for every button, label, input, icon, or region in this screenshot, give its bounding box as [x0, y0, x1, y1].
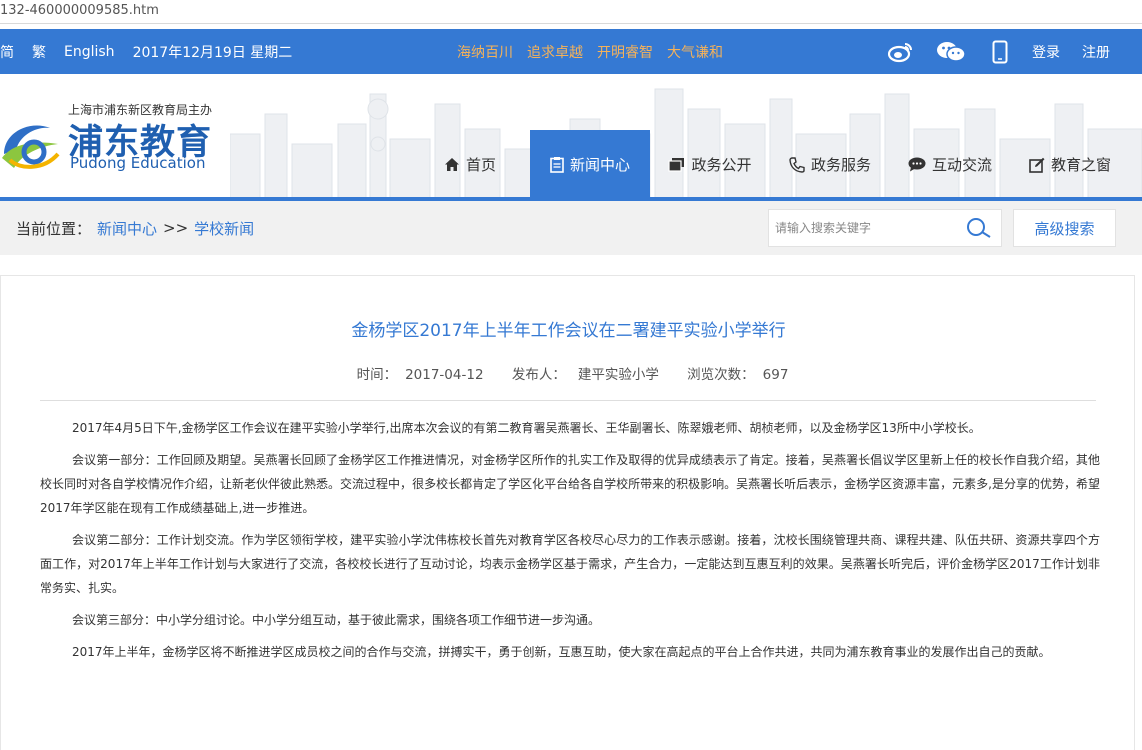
weibo-icon[interactable]: [888, 41, 914, 63]
site-logo[interactable]: 上海市浦东新区教育局主办 浦东教育 Pudong Education: [0, 74, 230, 199]
advanced-search-button[interactable]: 高级搜索: [1013, 209, 1116, 247]
publisher-label: 发布人：: [511, 367, 566, 383]
nav-item-label: 互动交流: [931, 156, 992, 174]
breadcrumb-bar: 当前位置： 新闻中心 >> 学校新闻 高级搜索: [0, 201, 1142, 255]
document-icon: [550, 156, 564, 173]
phone-icon: [789, 156, 805, 173]
nav-item-label: 政务公开: [691, 156, 752, 174]
address-text: 132-460000009585.htm: [0, 3, 159, 18]
main-nav: 首页 新闻中心 政务公开 政务服务 互动交流 教育之窗: [410, 130, 1130, 199]
article-title: 金杨学区2017年上半年工作会议在二署建平实验小学举行: [351, 321, 786, 341]
article-paragraph: 会议第二部分：工作计划交流。作为学区领衔学校，建平实验小学沈伟栋校长首先对教育学…: [40, 533, 1100, 595]
slogan: 追求卓越: [527, 44, 583, 61]
top-bar: 简 繁 English 2017年12月19日 星期二 海纳百川 追求卓越 开明…: [0, 29, 1142, 74]
search-box: [768, 209, 1002, 247]
view-count: 697: [762, 367, 789, 383]
slogan: 开明睿智: [597, 44, 653, 61]
wechat-icon[interactable]: [936, 41, 966, 63]
site-header: 上海市浦东新区教育局主办 浦东教育 Pudong Education 首页 新闻…: [0, 74, 1142, 199]
mobile-icon[interactable]: [992, 40, 1008, 64]
breadcrumb-prefix: 当前位置：: [16, 219, 92, 238]
breadcrumb-separator: >>: [163, 219, 189, 237]
article-paragraph: 2017年4月5日下午,金杨学区工作会议在建平实验小学举行,出席本次会议的有第二…: [72, 421, 981, 435]
publish-time: 2017-04-12: [405, 367, 484, 383]
current-date: 2017年12月19日 星期二: [132, 44, 293, 61]
nav-item-label: 首页: [465, 156, 496, 174]
divider: [40, 400, 1096, 401]
article-paragraph: 会议第一部分：工作回顾及期望。吴燕署长回顾了金杨学区工作推进情况，对金杨学区所作…: [40, 453, 1100, 515]
views-label: 浏览次数：: [687, 367, 755, 383]
stack-icon: [668, 158, 685, 172]
login-link[interactable]: 登录: [1032, 42, 1060, 62]
search-icon: [967, 218, 991, 238]
edit-icon: [1029, 157, 1045, 173]
nav-item-interaction[interactable]: 互动交流: [890, 130, 1010, 199]
register-link[interactable]: 注册: [1082, 42, 1110, 62]
article: 金杨学区2017年上半年工作会议在二署建平实验小学举行 时间： 2017-04-1…: [0, 275, 1135, 750]
nav-item-education-window[interactable]: 教育之窗: [1010, 130, 1130, 199]
traditional-chinese-link[interactable]: 繁: [32, 42, 46, 62]
nav-item-label: 政务服务: [810, 156, 871, 174]
nav-item-label: 新闻中心: [569, 156, 630, 174]
breadcrumb-news-center[interactable]: 新闻中心: [97, 218, 157, 239]
logo-mark-icon: [2, 125, 60, 169]
time-label: 时间：: [356, 367, 398, 383]
nav-item-government-affairs[interactable]: 政务公开: [650, 130, 770, 199]
nav-item-home[interactable]: 首页: [410, 130, 530, 199]
article-meta: 时间： 2017-04-12 发布人： 建平实验小学 浏览次数： 697: [1, 363, 1136, 383]
slogans: 海纳百川 追求卓越 开明睿智 大气谦和: [457, 29, 737, 74]
simplified-chinese-link[interactable]: 简: [0, 42, 14, 62]
article-paragraph: 会议第三部分：中小学分组讨论。中小学分组互动，基于彼此需求，围绕各项工作细节进一…: [72, 613, 601, 627]
search-button[interactable]: [959, 214, 999, 242]
home-icon: [444, 158, 459, 171]
publisher: 建平实验小学: [577, 367, 659, 383]
article-paragraph: 2017年上半年，金杨学区将不断推进学区成员校之间的合作与交流，拼搏实干，勇于创…: [72, 645, 1051, 659]
nav-item-government-services[interactable]: 政务服务: [770, 130, 890, 199]
english-link[interactable]: English: [64, 44, 115, 60]
article-body: 2017年4月5日下午,金杨学区工作会议在建平实验小学举行,出席本次会议的有第二…: [40, 416, 1100, 672]
browser-address-bar[interactable]: 132-460000009585.htm: [0, 0, 1142, 24]
slogan: 大气谦和: [667, 44, 723, 61]
chat-bubble-icon: [908, 157, 926, 172]
nav-item-label: 教育之窗: [1050, 156, 1111, 174]
breadcrumb: 当前位置： 新闻中心 >> 学校新闻: [16, 201, 254, 255]
breadcrumb-school-news[interactable]: 学校新闻: [194, 218, 254, 239]
nav-item-news-center[interactable]: 新闻中心: [530, 130, 650, 199]
slogan: 海纳百川: [457, 44, 513, 61]
logo-name-en: Pudong Education: [70, 154, 206, 172]
search-input[interactable]: [769, 210, 959, 246]
